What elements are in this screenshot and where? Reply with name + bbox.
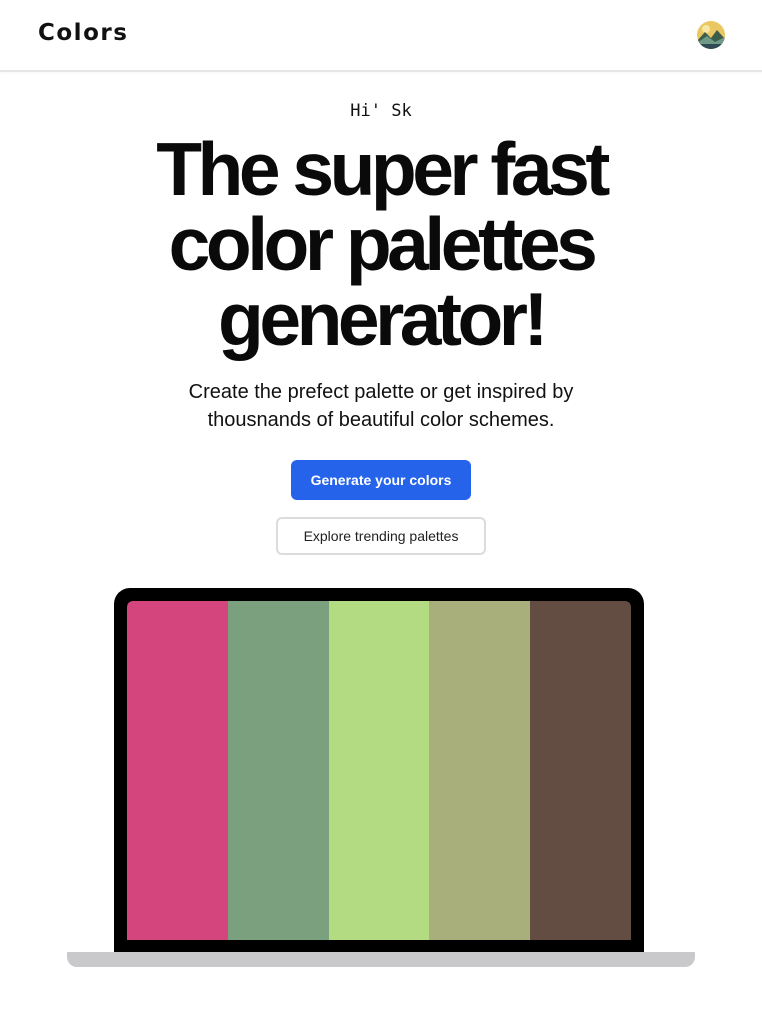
subtitle-line-1: Create the prefect palette or get inspir… xyxy=(188,381,574,403)
subtitle-line-2: thousnands of beautiful color schemes. xyxy=(207,409,555,431)
headline-line-1: The super fast xyxy=(156,127,610,211)
palette-swatch-4[interactable] xyxy=(429,601,531,940)
headline-line-2: color palettes xyxy=(168,202,598,286)
top-navbar: Colors xyxy=(0,0,762,72)
explore-palettes-button[interactable]: Explore trending palettes xyxy=(276,517,486,555)
palette-swatch-1[interactable] xyxy=(127,601,228,940)
palette-swatch-3[interactable] xyxy=(328,601,430,940)
avatar[interactable] xyxy=(697,21,725,49)
page-title: The super fast color palettes generator! xyxy=(0,132,762,357)
laptop-base xyxy=(67,952,695,967)
generate-colors-button[interactable]: Generate your colors xyxy=(291,460,471,500)
hero-subtitle: Create the prefect palette or get inspir… xyxy=(0,378,762,434)
palette-swatch-5[interactable] xyxy=(530,601,631,940)
laptop-screen xyxy=(114,588,644,954)
palette-swatch-2[interactable] xyxy=(227,601,329,940)
greeting-text: Hi' Sk xyxy=(350,101,412,121)
palette-preview xyxy=(127,601,631,940)
headline-line-3: generator! xyxy=(218,277,548,361)
brand-logo[interactable]: Colors xyxy=(38,20,128,46)
avatar-icon xyxy=(697,21,725,49)
